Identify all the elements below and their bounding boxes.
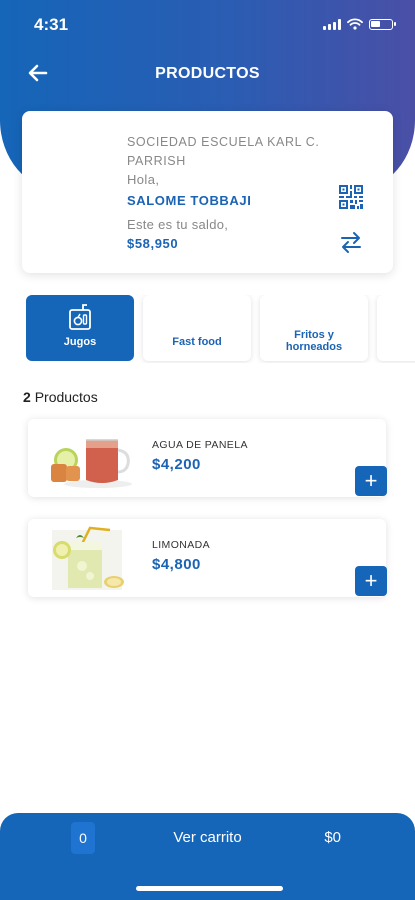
battery-icon	[369, 18, 396, 30]
nav-bar: PRODUCTOS	[0, 55, 415, 95]
tab-fritos-y-horneados[interactable]: Fritos y horneados	[260, 295, 368, 361]
products-count-number: 2	[23, 389, 31, 405]
product-price: $4,200	[152, 456, 201, 473]
tab-fritos-label: Fritos y horneados	[285, 329, 343, 353]
wifi-icon	[347, 18, 363, 30]
balance-value: $58,950	[127, 236, 179, 251]
school-name: SOCIEDAD ESCUELA KARL C. PARRISH	[127, 135, 320, 168]
product-card[interactable]: LIMONADA $4,800 +	[28, 519, 387, 597]
view-cart-bar[interactable]: 0 Ver carrito $0	[0, 813, 415, 900]
home-indicator	[136, 886, 283, 891]
products-count: 2 Productos	[23, 389, 98, 405]
tab-fast-food[interactable]: Fast food	[143, 295, 251, 361]
page-title: PRODUCTOS	[155, 65, 260, 82]
tab-more[interactable]	[377, 295, 415, 361]
view-cart-label: Ver carrito	[173, 829, 242, 846]
status-bar: 4:31	[0, 0, 415, 50]
products-count-label: Productos	[34, 389, 98, 405]
product-name: LIMONADA	[152, 539, 211, 551]
greeting-text: Hola,	[127, 172, 160, 187]
qr-code-icon[interactable]	[338, 184, 364, 210]
account-card: SOCIEDAD ESCUELA KARL C. PARRISH Hola, S…	[22, 111, 393, 273]
plus-icon: +	[364, 468, 378, 493]
plus-icon: +	[364, 568, 378, 593]
category-tabs: Jugos Fast food Fritos y horneados	[26, 295, 415, 363]
status-time: 4:31	[34, 15, 69, 34]
tab-jugos[interactable]: Jugos	[26, 295, 134, 361]
cart-total: $0	[324, 829, 341, 846]
transfer-arrows-icon[interactable]	[338, 229, 364, 255]
agua-de-panela-image	[46, 426, 132, 490]
limonada-image	[46, 526, 132, 590]
product-price: $4,800	[152, 556, 201, 573]
user-name: SALOME TOBBAJI	[127, 193, 252, 208]
cellular-signal-icon	[323, 18, 341, 30]
tab-fast-food-label: Fast food	[172, 336, 222, 348]
juice-box-icon	[69, 304, 91, 330]
balance-label: Este es tu saldo,	[127, 217, 229, 232]
product-card[interactable]: AGUA DE PANELA $4,200 +	[28, 419, 387, 497]
add-to-cart-button[interactable]: +	[355, 466, 387, 496]
tab-jugos-label: Jugos	[63, 336, 97, 348]
product-name: AGUA DE PANELA	[152, 439, 248, 451]
add-to-cart-button[interactable]: +	[355, 566, 387, 596]
status-icons	[323, 18, 396, 30]
